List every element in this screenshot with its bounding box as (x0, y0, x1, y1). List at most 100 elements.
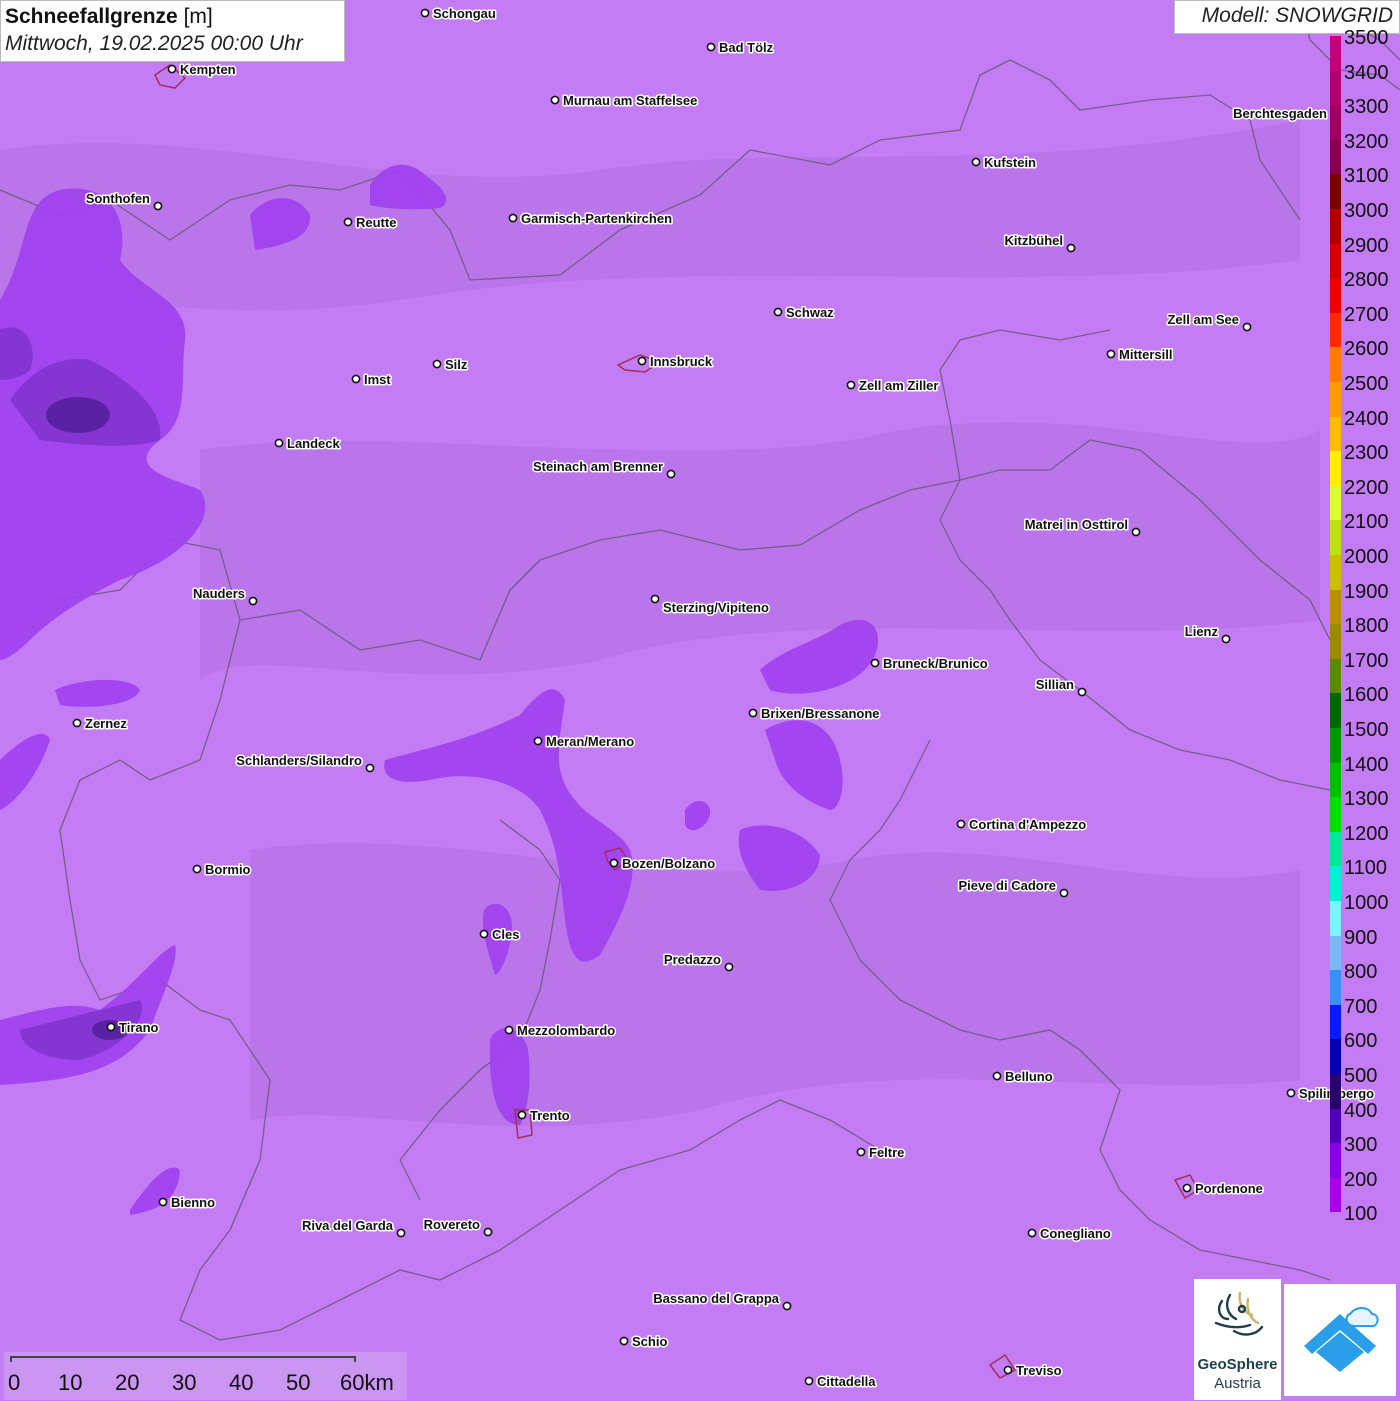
legend-label: 900 (1344, 926, 1378, 949)
legend-label: 2300 (1344, 442, 1389, 465)
city-dot (106, 1022, 116, 1032)
city-dot (153, 201, 163, 211)
city-marker: Brixen/Bressanone (748, 705, 881, 723)
city-label: Pordenone (1195, 1181, 1263, 1196)
legend-label: 800 (1344, 961, 1378, 984)
city-marker: Innsbruck (637, 353, 714, 371)
city-label: Bassano del Grappa (653, 1291, 779, 1306)
map-datetime: Mittwoch, 19.02.2025 00:00 Uhr (5, 32, 303, 55)
legend-swatch (1330, 1177, 1341, 1213)
city-marker: Cittadella (804, 1373, 878, 1391)
city-label: Innsbruck (650, 354, 713, 369)
city-dot (483, 1227, 493, 1237)
city-marker: Bozen/Bolzano (609, 855, 717, 873)
legend-label: 1400 (1344, 753, 1389, 776)
legend-swatch (1330, 1074, 1341, 1109)
city-dot (748, 708, 758, 718)
scale-label: 50 (286, 1370, 311, 1395)
legend-label: 400 (1344, 1099, 1378, 1122)
city-marker: Mezzolombardo (504, 1022, 617, 1040)
legend-label: 1800 (1344, 615, 1389, 638)
city-dot (351, 374, 361, 384)
legend-swatch (1330, 312, 1341, 348)
city-dot (956, 819, 966, 829)
legend-row: 100 (1328, 1203, 1400, 1247)
legend-swatch (1330, 1143, 1341, 1178)
city-label: Matrei in Osttirol (1025, 517, 1128, 532)
city-dot (782, 1301, 792, 1311)
city-marker: Zell am Ziller (846, 377, 940, 395)
map-title-unit: [m] (177, 5, 213, 28)
legend-label: 600 (1344, 1030, 1378, 1053)
city-dot (846, 380, 856, 390)
scale-label: 10 (58, 1370, 83, 1395)
legend-label: 1300 (1344, 788, 1389, 811)
legend-label: 200 (1344, 1168, 1378, 1191)
city-label: Schongau (433, 6, 496, 21)
city-dot (479, 929, 489, 939)
legend-swatch (1330, 693, 1341, 728)
city-dot (72, 718, 82, 728)
city-label: Landeck (287, 436, 341, 451)
city-label: Mezzolombardo (517, 1023, 615, 1038)
city-label: Feltre (869, 1145, 904, 1160)
legend-label: 3100 (1344, 165, 1389, 188)
city-dot (1077, 687, 1087, 697)
legend-swatch (1330, 866, 1341, 901)
legend-swatch (1330, 762, 1341, 798)
legend-label: 2000 (1344, 546, 1389, 568)
city-marker: Cortina d'Ampezzo (956, 816, 1088, 834)
city-label: Cortina d'Ampezzo (969, 817, 1086, 832)
scale-label: 0 (8, 1370, 21, 1395)
city-dot (1106, 349, 1116, 359)
city-label: Bienno (171, 1195, 215, 1210)
city-dot (248, 596, 258, 606)
scale-label: 20 (115, 1370, 140, 1395)
city-label: Imst (364, 372, 391, 387)
city-marker: Schongau (420, 5, 497, 23)
city-label: Cittadella (817, 1374, 876, 1389)
legend-label: 2700 (1344, 303, 1389, 326)
legend-label: 700 (1344, 995, 1378, 1018)
city-dot (666, 469, 676, 479)
city-dot (971, 157, 981, 167)
legend-swatch (1330, 797, 1341, 832)
legend-label: 1000 (1344, 892, 1389, 914)
legend-label: 1100 (1344, 857, 1388, 880)
city-dot (550, 95, 560, 105)
legend-swatch (1330, 451, 1341, 486)
legend-swatch (1330, 174, 1341, 209)
legend-swatch (1330, 831, 1341, 867)
legend-swatch (1330, 209, 1341, 244)
legend-swatch (1330, 728, 1341, 763)
city-label: Steinach am Brenner (533, 459, 663, 474)
legend-swatch (1330, 347, 1341, 382)
legend-swatch (1330, 485, 1341, 521)
city-label: Zell am See (1167, 312, 1239, 327)
city-dot (1027, 1228, 1037, 1238)
city-dot (533, 736, 543, 746)
city-label: Cles (492, 927, 519, 942)
scale-label: 30 (172, 1370, 197, 1395)
city-label: Kufstein (984, 155, 1036, 170)
city-label: Riva del Garda (302, 1218, 394, 1233)
city-dot (396, 1228, 406, 1238)
city-dot (365, 763, 375, 773)
city-label: Sillian (1036, 677, 1074, 692)
city-marker: Conegliano (1027, 1225, 1112, 1243)
legend-label: 1200 (1344, 822, 1389, 845)
city-label: Nauders (193, 586, 245, 601)
snow-app-logo (1284, 1284, 1396, 1396)
city-label: Bormio (205, 862, 251, 877)
legend-swatch (1330, 658, 1341, 694)
color-legend: 3500 3400 3300 3200 3100 3000 2900 2800 2700 2600… (1328, 27, 1400, 1247)
legend-label: 2600 (1344, 338, 1389, 361)
city-dot (508, 213, 518, 223)
city-dot (158, 1197, 168, 1207)
legend-label: 2900 (1344, 234, 1389, 257)
city-label: Schio (632, 1334, 667, 1349)
legend-label: 1500 (1344, 719, 1389, 741)
city-label: Murnau am Staffelsee (563, 93, 697, 108)
legend-swatch (1330, 1004, 1341, 1040)
legend-label: 3200 (1344, 130, 1389, 153)
